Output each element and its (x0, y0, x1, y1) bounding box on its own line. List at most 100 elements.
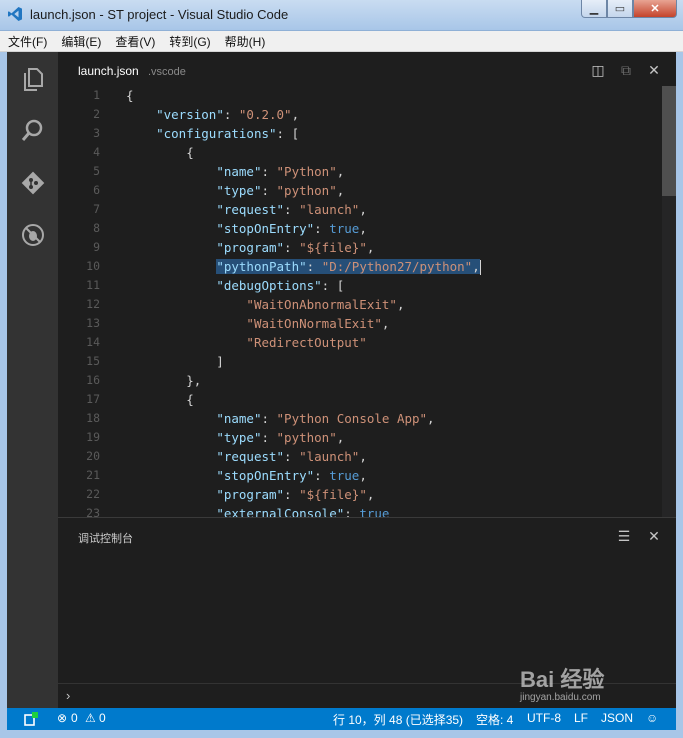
code-line[interactable]: 4 { (58, 143, 658, 162)
language-mode[interactable]: JSON (601, 711, 633, 725)
code-token: : (284, 202, 300, 217)
menu-file[interactable]: 文件(F) (2, 33, 53, 50)
minimize-icon: ▁ (589, 3, 599, 15)
line-text: }, (126, 371, 201, 390)
code-token: true (329, 468, 360, 483)
code-token: "program" (216, 487, 285, 502)
line-text: "name": "Python Console App", (126, 409, 434, 428)
code-line[interactable]: 2 "version": "0.2.0", (58, 105, 658, 124)
split-editor-icon[interactable]: ◫ (590, 62, 606, 78)
code-editor[interactable]: 1{2 "version": "0.2.0", 3 "configurations… (58, 86, 658, 517)
code-line[interactable]: 10 "pythonPath": "D:/Python27/python", (58, 257, 658, 276)
menu-edit[interactable]: 编辑(E) (55, 33, 107, 50)
line-number: 7 (93, 202, 100, 216)
line-text: "RedirectOutput" (126, 333, 366, 352)
code-line[interactable]: 1{ (58, 86, 658, 105)
menu-goto[interactable]: 转到(G) (163, 33, 216, 50)
code-token: "program" (216, 240, 285, 255)
code-token: , (366, 487, 375, 502)
close-editor-icon[interactable]: ✕ (646, 62, 662, 78)
indentation[interactable]: 空格: 4 (476, 711, 513, 728)
clear-console-icon[interactable]: ☰ (616, 528, 632, 544)
code-line[interactable]: 17 { (58, 390, 658, 409)
menu-bar: 文件(F) 编辑(E) 查看(V) 转到(G) 帮助(H) (0, 31, 683, 52)
cursor-position[interactable]: 行 10，列 48 (已选择35) (333, 711, 463, 728)
code-line[interactable]: 6 "type": "python", (58, 181, 658, 200)
code-line[interactable]: 16 }, (58, 371, 658, 390)
code-line[interactable]: 7 "request": "launch", (58, 200, 658, 219)
line-number: 15 (86, 354, 100, 368)
line-number: 17 (86, 392, 100, 406)
code-line[interactable]: 8 "stopOnEntry": true, (58, 219, 658, 238)
code-token: : (261, 411, 277, 426)
line-text: "externalConsole": true (126, 504, 389, 517)
code-line[interactable]: 22 "program": "${file}", (58, 485, 658, 504)
line-number: 19 (86, 430, 100, 444)
line-text: "program": "${file}", (126, 485, 374, 504)
open-changes-icon[interactable]: ⧉ (618, 62, 634, 78)
menu-view[interactable]: 查看(V) (109, 33, 161, 50)
line-text: "debugOptions": [ (126, 276, 344, 295)
smiley-feedback-icon[interactable]: ☺ (646, 711, 658, 725)
watermark-url: jingyan.baidu.com (520, 692, 601, 703)
window-title-bar[interactable]: launch.json - ST project - Visual Studio… (0, 0, 683, 31)
line-text: "request": "launch", (126, 447, 367, 466)
line-number: 14 (86, 335, 100, 349)
line-number: 1 (93, 88, 100, 102)
tab-folder: .vscode (148, 66, 186, 78)
code-line[interactable]: 21 "stopOnEntry": true, (58, 466, 658, 485)
code-token: }, (126, 373, 202, 388)
code-line[interactable]: 9 "program": "${file}", (58, 238, 658, 257)
close-panel-icon[interactable]: ✕ (646, 528, 662, 544)
code-line[interactable]: 23 "externalConsole": true (58, 504, 658, 517)
code-line[interactable]: 19 "type": "python", (58, 428, 658, 447)
encoding[interactable]: UTF-8 (527, 711, 561, 725)
git-icon[interactable] (20, 170, 46, 196)
close-window-button[interactable]: ✕ (633, 0, 677, 18)
code-line[interactable]: 18 "name": "Python Console App", (58, 409, 658, 428)
tab-filename[interactable]: launch.json (78, 64, 139, 78)
end-of-line[interactable]: LF (574, 711, 588, 725)
code-token: { (126, 88, 134, 103)
code-token: , (336, 164, 345, 179)
line-number: 21 (86, 468, 100, 482)
feedback-icon[interactable] (23, 711, 39, 727)
line-number: 12 (86, 297, 100, 311)
code-line[interactable]: 20 "request": "launch", (58, 447, 658, 466)
code-token: "stopOnEntry" (216, 221, 315, 236)
code-line[interactable]: 12 "WaitOnAbnormalExit", (58, 295, 658, 314)
code-line[interactable]: 14 "RedirectOutput" (58, 333, 658, 352)
error-count[interactable]: 0 (71, 711, 78, 725)
line-text: "request": "launch", (126, 200, 367, 219)
explorer-files-icon[interactable] (20, 66, 46, 92)
line-text: "version": "0.2.0", (126, 105, 299, 124)
debug-icon[interactable] (20, 222, 46, 248)
code-line[interactable]: 3 "configurations": [ (58, 124, 658, 143)
minimize-button[interactable]: ▁ (581, 0, 607, 18)
code-token: , (381, 316, 390, 331)
code-token: : (261, 183, 277, 198)
search-icon[interactable] (20, 118, 46, 144)
error-icon[interactable]: ⊗ (57, 711, 67, 725)
menu-help[interactable]: 帮助(H) (219, 33, 272, 50)
maximize-button[interactable]: ▭ (607, 0, 633, 18)
editor-scrollbar[interactable] (662, 86, 676, 517)
line-text: "type": "python", (126, 428, 344, 447)
code-token: : [ (321, 278, 345, 293)
scrollbar-thumb[interactable] (662, 86, 676, 196)
line-text: "program": "${file}", (126, 238, 374, 257)
code-line[interactable]: 5 "name": "Python", (58, 162, 658, 181)
warning-count[interactable]: 0 (99, 711, 106, 725)
warning-icon[interactable]: ⚠ (85, 711, 96, 725)
status-bar: ⊗ 0 ⚠ 0 行 10，列 48 (已选择35) 空格: 4 UTF-8 LF… (7, 708, 676, 730)
code-line[interactable]: 15 ] (58, 352, 658, 371)
code-token: , (291, 107, 300, 122)
code-line[interactable]: 13 "WaitOnNormalExit", (58, 314, 658, 333)
code-line[interactable]: 11 "debugOptions": [ (58, 276, 658, 295)
text-cursor (479, 260, 481, 275)
